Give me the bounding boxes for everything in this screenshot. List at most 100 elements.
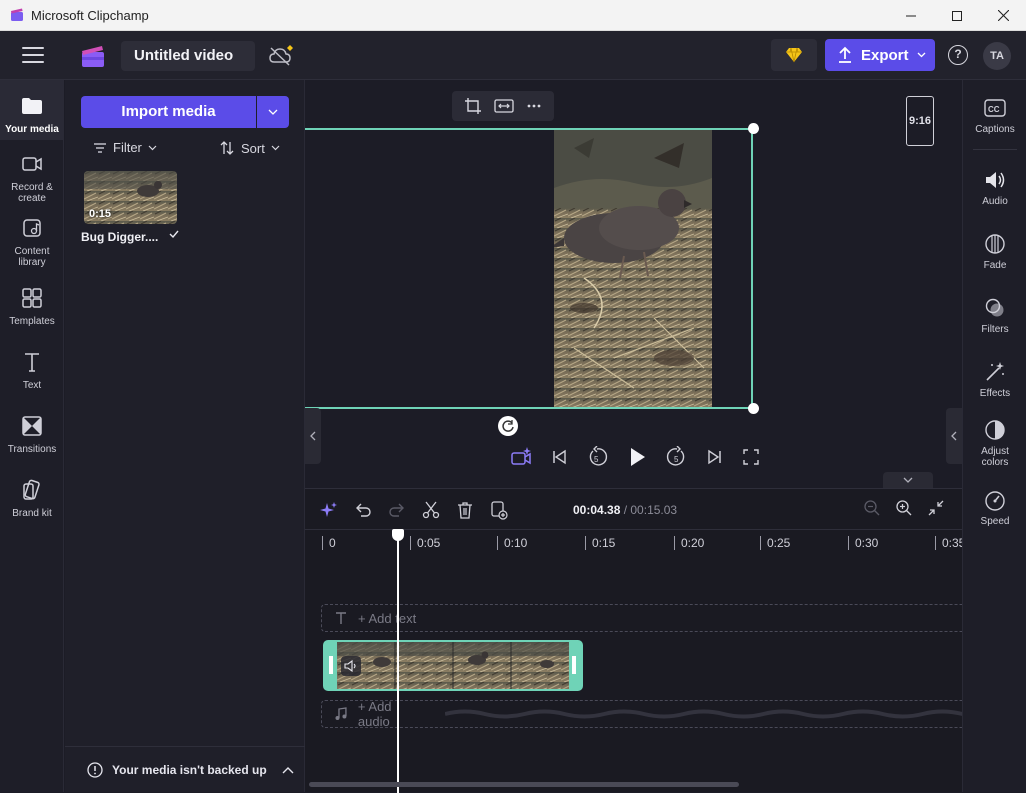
nav-your-media[interactable]: Your media (0, 80, 64, 140)
adjust-colors-icon (983, 418, 1007, 442)
clip-trim-handle-right[interactable] (572, 656, 576, 674)
hamburger-menu-icon[interactable] (22, 47, 44, 63)
rotate-handle-icon[interactable] (498, 416, 518, 436)
premium-gem-button[interactable] (771, 39, 817, 71)
nav-record-create[interactable]: Record & create (0, 152, 64, 212)
chevron-down-icon (271, 145, 280, 151)
playhead[interactable] (397, 529, 399, 793)
fit-icon[interactable] (494, 98, 514, 114)
video-clip[interactable] (323, 640, 583, 691)
ai-camera-icon[interactable] (510, 446, 532, 468)
svg-text:5: 5 (594, 455, 599, 464)
timeline-scrollbar[interactable] (309, 782, 739, 787)
collapse-left-panel-button[interactable] (305, 408, 321, 464)
cloud-offline-icon[interactable] (268, 45, 294, 67)
captions-icon: CC (983, 96, 1007, 120)
chevron-down-icon (148, 145, 157, 150)
panel-filters[interactable]: Filters (963, 296, 1026, 335)
more-icon[interactable] (526, 98, 542, 114)
panel-speed[interactable]: Speed (963, 488, 1026, 527)
filter-label: Filter (113, 140, 142, 155)
rewind-5-icon[interactable]: 5 (586, 446, 608, 468)
nav-content-library[interactable]: Content library (0, 216, 64, 276)
maximize-button[interactable] (934, 0, 980, 31)
collapse-right-panel-button[interactable] (946, 408, 962, 464)
clip-audio-icon[interactable] (341, 656, 361, 676)
ruler-tick: 0:20 (674, 536, 704, 550)
aspect-ratio-button[interactable]: 9:16 (906, 96, 934, 146)
redo-icon[interactable] (387, 500, 407, 520)
svg-text:5: 5 (674, 455, 679, 464)
fullscreen-icon[interactable] (742, 448, 760, 466)
nav-label: Templates (9, 316, 55, 327)
nav-brand-kit[interactable]: Brand kit (0, 478, 64, 538)
transitions-icon (20, 414, 44, 438)
canvas-selection-frame[interactable] (305, 128, 753, 409)
scissors-icon[interactable] (421, 500, 441, 520)
clip-trim-handle-left[interactable] (329, 656, 333, 674)
add-audio-track[interactable]: + Add audio (321, 699, 962, 729)
panel-adjust-colors[interactable]: Adjust colors (963, 418, 1026, 468)
close-button[interactable] (980, 0, 1026, 31)
filter-button[interactable]: Filter (93, 140, 157, 155)
forward-5-icon[interactable]: 5 (666, 446, 688, 468)
add-text-label: + Add text (358, 610, 417, 626)
panel-effects[interactable]: Effects (963, 360, 1026, 399)
help-icon[interactable]: ? (948, 45, 968, 65)
sort-button[interactable]: Sort (219, 140, 280, 156)
panel-label: Captions (975, 124, 1015, 135)
preview-area: 9:16 5 5 (305, 80, 962, 488)
title-bar: Microsoft Clipchamp (0, 0, 1026, 31)
import-media-button[interactable]: Import media (81, 96, 256, 128)
nav-label: Transitions (7, 444, 57, 455)
camera-icon (20, 152, 44, 176)
nav-templates[interactable]: Templates (0, 286, 64, 346)
nav-label: Text (22, 380, 42, 391)
project-title-field[interactable]: Untitled video (121, 41, 255, 71)
collapse-preview-button[interactable] (883, 472, 933, 488)
panel-label: Adjust colors (981, 446, 1009, 468)
total-time: / 00:15.03 (623, 503, 678, 517)
skip-forward-icon[interactable] (706, 448, 724, 466)
resize-handle-top-right[interactable] (748, 123, 759, 134)
trash-icon[interactable] (455, 500, 475, 520)
brand-kit-icon (20, 478, 44, 502)
backup-notice[interactable]: Your media isn't backed up (65, 746, 305, 792)
audio-waveform-placeholder (444, 709, 962, 719)
resize-handle-bottom-right[interactable] (748, 403, 759, 414)
play-icon[interactable] (626, 446, 648, 468)
skip-back-icon[interactable] (550, 448, 568, 466)
current-time: 00:04.38 (573, 503, 621, 517)
nav-transitions[interactable]: Transitions (0, 414, 64, 474)
filters-icon (983, 296, 1007, 320)
info-icon (87, 761, 103, 778)
media-thumbnail[interactable]: 0:15 (84, 171, 177, 224)
media-duration: 0:15 (89, 208, 112, 220)
import-dropdown-button[interactable] (257, 96, 289, 128)
panel-fade[interactable]: Fade (963, 232, 1026, 271)
export-button[interactable]: Export (825, 39, 935, 71)
chevron-up-icon (282, 766, 294, 773)
avatar[interactable]: TA (983, 42, 1011, 70)
nav-label: Record & create (11, 182, 53, 204)
playhead-handle[interactable] (392, 529, 404, 541)
undo-icon[interactable] (353, 500, 373, 520)
crop-icon[interactable] (464, 97, 482, 115)
zoom-controls (863, 499, 945, 517)
minimize-button[interactable] (888, 0, 934, 31)
fit-timeline-icon[interactable] (927, 499, 945, 517)
zoom-in-icon[interactable] (895, 499, 913, 517)
left-nav: Your media Record & create Content libra… (0, 80, 64, 792)
nav-label: Content library (14, 246, 50, 268)
text-icon (20, 350, 44, 374)
duplicate-icon[interactable] (489, 500, 509, 520)
panel-audio[interactable]: Audio (963, 168, 1026, 207)
timecode: 00:04.38 / 00:15.03 (573, 503, 677, 517)
sparkle-icon[interactable] (319, 500, 339, 520)
zoom-out-icon[interactable] (863, 499, 881, 517)
add-text-track[interactable]: + Add text (321, 604, 962, 632)
nav-text[interactable]: Text (0, 350, 64, 410)
panel-captions[interactable]: CC Captions (963, 96, 1026, 135)
speedometer-icon (983, 488, 1007, 512)
check-icon (168, 228, 180, 240)
